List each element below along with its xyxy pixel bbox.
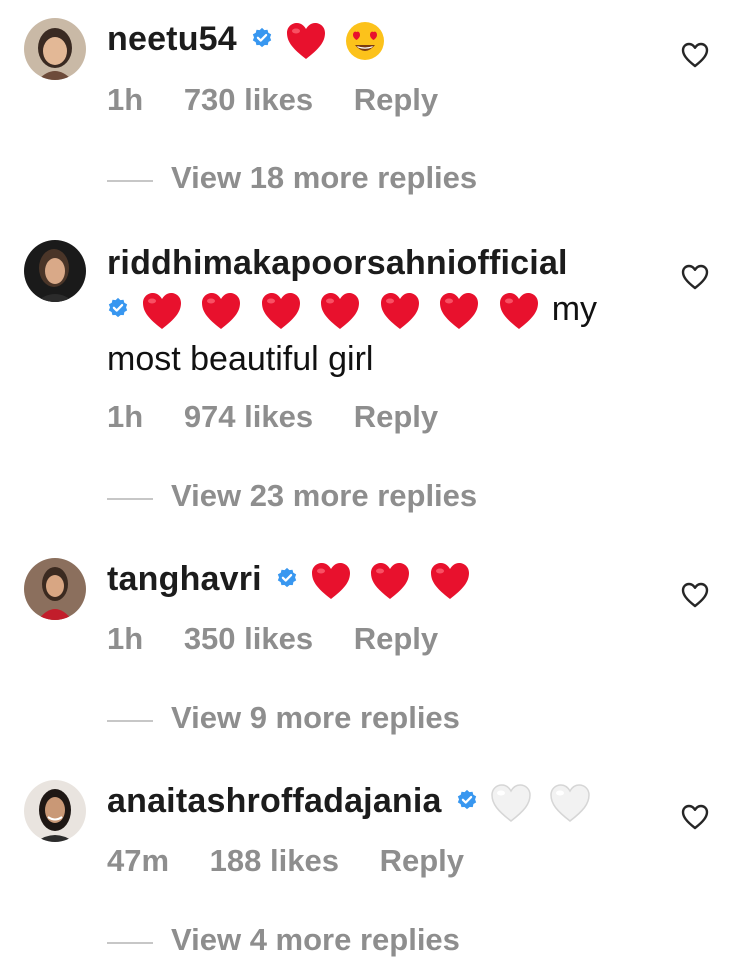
avatar[interactable] — [24, 780, 86, 842]
likes-count[interactable]: 730 likes — [184, 82, 313, 117]
view-replies-label: View 23 more replies — [171, 478, 478, 513]
red-heart-emoji — [200, 291, 242, 331]
red-heart-emoji — [310, 561, 352, 601]
divider-line — [107, 497, 153, 500]
comment-meta: 47m 188 likes Reply — [107, 843, 496, 879]
verified-badge-icon — [108, 297, 128, 318]
red-heart-emoji — [438, 291, 480, 331]
verified-badge-icon — [457, 789, 476, 810]
verified-badge-icon — [252, 27, 272, 48]
like-heart-icon[interactable] — [681, 264, 709, 290]
red-heart-emoji — [319, 291, 361, 331]
view-replies-label: View 4 more replies — [171, 922, 460, 957]
red-heart-emoji — [369, 561, 411, 601]
username[interactable]: anaitashroffadajania — [107, 782, 442, 820]
red-heart-emoji — [285, 21, 327, 61]
verified-badge-icon — [277, 567, 297, 588]
like-heart-icon[interactable] — [681, 582, 709, 608]
comment-time: 1h — [107, 82, 144, 117]
view-replies-label: View 18 more replies — [171, 160, 478, 195]
view-more-replies-button[interactable]: View 9 more replies — [107, 700, 460, 740]
avatar[interactable] — [24, 18, 86, 80]
red-heart-emoji — [379, 291, 421, 331]
likes-count[interactable]: 188 likes — [210, 843, 339, 878]
view-more-replies-button[interactable]: View 23 more replies — [107, 478, 477, 518]
comment-meta: 1h 730 likes Reply — [107, 82, 470, 118]
reply-button[interactable]: Reply — [380, 843, 464, 878]
red-heart-emoji — [260, 291, 302, 331]
avatar[interactable] — [24, 240, 86, 302]
white-heart-emoji — [490, 783, 532, 823]
red-heart-emoji — [498, 291, 540, 331]
like-heart-icon[interactable] — [681, 804, 709, 830]
avatar[interactable] — [24, 558, 86, 620]
comment-time: 1h — [107, 399, 144, 434]
divider-line — [107, 719, 153, 722]
likes-count[interactable]: 974 likes — [184, 399, 313, 434]
red-heart-emoji — [429, 561, 471, 601]
heart-eyes-face-emoji — [344, 21, 386, 61]
comment-time: 47m — [107, 843, 170, 878]
username[interactable]: riddhimakapoorsahniofficial — [107, 244, 568, 282]
divider-line — [107, 179, 153, 182]
like-heart-icon[interactable] — [681, 42, 709, 68]
view-more-replies-button[interactable]: View 4 more replies — [107, 922, 460, 962]
username[interactable]: tanghavri — [107, 560, 262, 598]
likes-count[interactable]: 350 likes — [184, 621, 313, 656]
red-heart-emoji — [141, 291, 183, 331]
comment-time: 1h — [107, 621, 144, 656]
comment-text: most beautiful girl — [107, 340, 374, 379]
white-heart-emoji — [549, 783, 591, 823]
reply-button[interactable]: Reply — [354, 399, 438, 434]
divider-line — [107, 941, 153, 944]
comment-meta: 1h 350 likes Reply — [107, 621, 470, 657]
comment-meta: 1h 974 likes Reply — [107, 399, 470, 435]
reply-button[interactable]: Reply — [354, 621, 438, 656]
username[interactable]: neetu54 — [107, 20, 237, 58]
view-more-replies-button[interactable]: View 18 more replies — [107, 160, 477, 200]
comment-text: my — [551, 290, 598, 328]
reply-button[interactable]: Reply — [354, 82, 438, 117]
view-replies-label: View 9 more replies — [171, 700, 460, 735]
